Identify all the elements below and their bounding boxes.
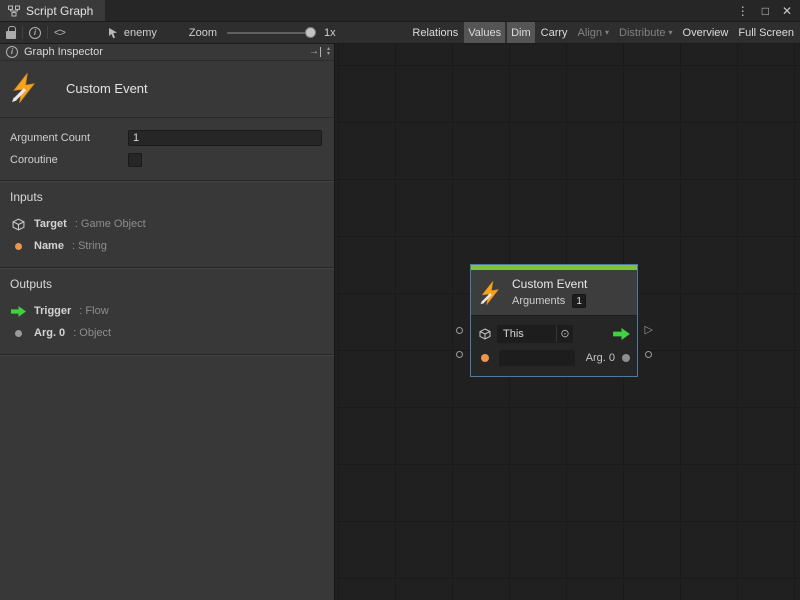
inspector-title: Graph Inspector (24, 46, 103, 58)
zoom-label: Zoom (189, 27, 217, 39)
carry-button[interactable]: Carry (537, 22, 572, 43)
window-controls: ⋮ □ ✕ (737, 0, 800, 21)
zoom-slider[interactable] (227, 32, 315, 34)
target-value: This (497, 328, 556, 340)
graph-inspector-panel: i Graph Inspector → ▴ ▾ Custom Event Arg… (0, 44, 335, 600)
node-arguments-label: Arguments (512, 295, 565, 307)
node-arguments-stepper[interactable]: 1 (572, 294, 586, 308)
port-name: Target (34, 218, 67, 230)
coroutine-checkbox[interactable] (128, 153, 142, 167)
node-body: This ⊙ Arg. 0 (471, 316, 637, 376)
scroll-spinner[interactable]: ▴ ▾ (327, 47, 330, 57)
port-type: : Flow (79, 305, 108, 317)
info-icon: i (6, 46, 18, 58)
outputs-title: Outputs (10, 277, 324, 291)
align-button[interactable]: Align ▾ (574, 22, 613, 43)
lock-icon[interactable] (6, 31, 16, 39)
string-port-icon (481, 354, 489, 362)
graph-toolbar: i <> enemy Zoom 1x Relations Values Dim … (0, 22, 800, 44)
values-button[interactable]: Values (464, 22, 505, 43)
custom-event-icon (479, 281, 503, 305)
dock-panel-icon[interactable]: → (309, 47, 321, 57)
distribute-button[interactable]: Distribute ▾ (615, 22, 676, 43)
string-port-icon (15, 243, 22, 250)
toolbar-separator (22, 26, 23, 39)
port-name: Name (34, 240, 64, 252)
flow-arrow-icon (613, 328, 630, 340)
zoom-value: 1x (324, 27, 336, 39)
event-header: Custom Event (0, 61, 334, 118)
info-icon[interactable]: i (29, 27, 41, 39)
zoom-slider-knob[interactable] (305, 27, 316, 38)
arg0-value-input[interactable] (499, 350, 575, 366)
spinner-down-icon[interactable]: ▾ (327, 52, 330, 57)
list-item: Name : String (10, 235, 324, 257)
node-header[interactable]: Custom Event Arguments 1 (471, 270, 637, 316)
inspector-header: i Graph Inspector → ▴ ▾ (0, 44, 334, 61)
outputs-section: Outputs Trigger : Flow Arg. 0 : Object (0, 268, 334, 354)
object-picker-icon[interactable]: ⊙ (556, 326, 573, 342)
close-icon[interactable]: ✕ (782, 5, 792, 17)
window-menu-icon[interactable]: ⋮ (737, 5, 749, 17)
event-title: Custom Event (66, 81, 148, 96)
toolbar-buttons: Relations Values Dim Carry Align ▾ Distr… (408, 22, 798, 43)
custom-event-icon (10, 73, 40, 103)
flow-output-nub-trigger[interactable]: ▷ (645, 325, 653, 336)
inputs-title: Inputs (10, 190, 324, 204)
arg0-label: Arg. 0 (586, 352, 615, 364)
coroutine-label: Coroutine (10, 154, 128, 166)
port-type: : String (72, 240, 107, 252)
flow-arrow-icon (11, 306, 26, 317)
toolbar-separator (47, 26, 48, 39)
inputs-section: Inputs Target : Game Object Name : Strin… (0, 181, 334, 267)
event-fields: Argument Count Coroutine (0, 118, 334, 180)
list-item: Trigger : Flow (10, 300, 324, 322)
list-item: Target : Game Object (10, 213, 324, 235)
node-port-row-arg0: Arg. 0 (478, 348, 630, 367)
code-icon[interactable]: <> (54, 27, 65, 39)
port-type: : Game Object (75, 218, 146, 230)
node-title: Custom Event (512, 277, 587, 291)
graph-pointer-icon (107, 27, 119, 39)
argument-count-input[interactable] (128, 130, 322, 146)
tab-label: Script Graph (26, 4, 93, 18)
maximize-icon[interactable]: □ (762, 5, 769, 17)
output-port-nub-arg0[interactable] (645, 351, 652, 358)
object-port-icon (622, 354, 630, 362)
input-port-nub-name[interactable] (456, 351, 463, 358)
custom-event-node[interactable]: Custom Event Arguments 1 This ⊙ (470, 264, 638, 377)
port-name: Trigger (34, 305, 71, 317)
graph-breadcrumb[interactable]: enemy (107, 27, 157, 39)
section-divider (0, 354, 334, 355)
target-dropdown[interactable]: This ⊙ (497, 325, 573, 343)
title-bar: Script Graph ⋮ □ ✕ (0, 0, 800, 22)
node-port-row-target: This ⊙ (478, 324, 630, 343)
argument-count-label: Argument Count (10, 132, 128, 144)
chevron-down-icon: ▾ (605, 28, 609, 37)
port-type: : Object (73, 327, 111, 339)
game-object-cube-icon (12, 218, 25, 231)
full-screen-button[interactable]: Full Screen (734, 22, 798, 43)
chevron-down-icon: ▾ (669, 28, 673, 37)
dim-button[interactable]: Dim (507, 22, 535, 43)
input-port-nub-target[interactable] (456, 327, 463, 334)
script-graph-icon (8, 5, 20, 17)
port-name: Arg. 0 (34, 327, 65, 339)
overview-button[interactable]: Overview (679, 22, 733, 43)
list-item: Arg. 0 : Object (10, 322, 324, 344)
game-object-cube-icon (479, 328, 491, 340)
relations-button[interactable]: Relations (408, 22, 462, 43)
object-port-icon (15, 330, 22, 337)
tab-script-graph[interactable]: Script Graph (0, 0, 105, 21)
graph-canvas[interactable]: Custom Event Arguments 1 This ⊙ (335, 44, 800, 600)
graph-name-label: enemy (124, 27, 157, 39)
zoom-control: Zoom 1x (189, 27, 336, 39)
